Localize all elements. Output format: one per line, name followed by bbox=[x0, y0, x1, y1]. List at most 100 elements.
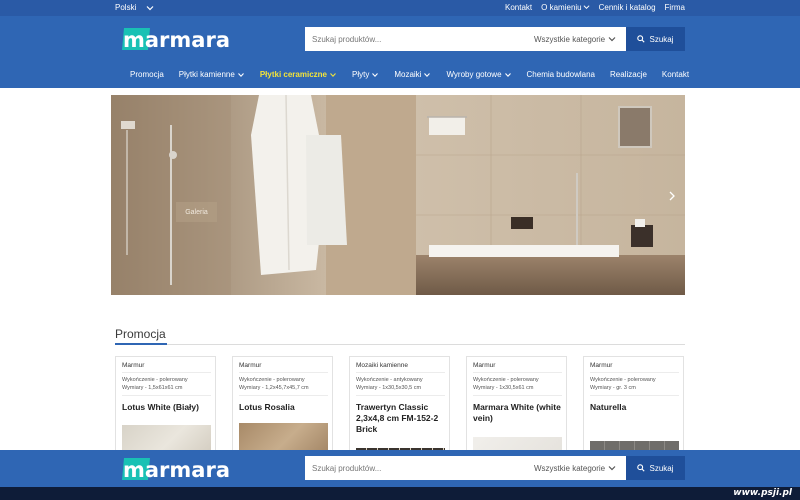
top-bar: Polski Kontakt O kamieniu Cennik i katal… bbox=[0, 0, 800, 16]
language-selector[interactable]: Polski bbox=[115, 3, 154, 12]
search-input[interactable] bbox=[305, 27, 528, 51]
card-dimensions: Wymiary - 1x30,5x30,5 cm bbox=[356, 385, 422, 391]
top-link-cennik[interactable]: Cennik i katalog bbox=[599, 3, 656, 12]
nav-item-plytki-kamienne[interactable]: Płytki kamienne bbox=[179, 70, 245, 79]
category-select-label: Wszystkie kategorie bbox=[534, 463, 606, 473]
chevron-down-icon bbox=[504, 72, 511, 77]
top-links: Kontakt O kamieniu Cennik i katalog Firm… bbox=[505, 3, 685, 12]
watermark: www.psji.pl bbox=[733, 488, 792, 498]
card-category: Marmur bbox=[239, 362, 262, 369]
card-divider bbox=[239, 395, 328, 396]
category-select[interactable]: Wszystkie kategorie bbox=[528, 456, 626, 480]
nav-item-label: Płytki ceramiczne bbox=[259, 70, 327, 79]
card-product-name[interactable]: Naturella bbox=[590, 402, 680, 413]
card-divider bbox=[122, 395, 211, 396]
logo[interactable]: marmara bbox=[120, 456, 232, 482]
chevron-down-icon bbox=[372, 72, 379, 77]
card-dimensions: Wymiary - 1,5x61x61 cm bbox=[122, 385, 183, 391]
hero-slider[interactable]: Galeria bbox=[111, 95, 685, 295]
top-link-firma[interactable]: Firma bbox=[665, 3, 685, 12]
logo-mark-icon: marmara bbox=[122, 458, 230, 482]
search-icon bbox=[637, 464, 646, 472]
product-card[interactable]: Marmur Wykończenie - polerowany Wymiary … bbox=[232, 356, 333, 456]
section-divider bbox=[115, 344, 685, 345]
search-button-label: Szukaj bbox=[649, 463, 674, 473]
hero-image bbox=[111, 95, 685, 295]
logo-text: marmara bbox=[123, 28, 230, 52]
nav-item-label: Płytki kamienne bbox=[178, 70, 235, 79]
chevron-down-icon bbox=[330, 72, 336, 77]
card-divider bbox=[590, 372, 679, 373]
nav-item-plyty[interactable]: Płyty bbox=[352, 70, 379, 79]
category-select-label: Wszystkie kategorie bbox=[534, 34, 606, 44]
nav-item-mozaiki[interactable]: Mozaiki bbox=[394, 70, 431, 79]
section-underline bbox=[115, 343, 167, 345]
search-button-label: Szukaj bbox=[649, 34, 674, 44]
card-dimensions: Wymiary - 1,2x45,7x45,7 cm bbox=[239, 385, 309, 391]
nav-item-label: Realizacje bbox=[610, 70, 647, 79]
product-card[interactable]: Marmur Wykończenie - polerowany Wymiary … bbox=[466, 356, 567, 456]
top-link-o-kamieniu[interactable]: O kamieniu bbox=[541, 3, 590, 12]
chevron-down-icon bbox=[424, 72, 431, 77]
chevron-down-icon bbox=[608, 37, 616, 42]
card-finish: Wykończenie - polerowany bbox=[122, 377, 188, 383]
card-product-name[interactable]: Lotus White (Biały) bbox=[122, 402, 212, 413]
chevron-down-icon bbox=[146, 5, 154, 10]
card-product-name[interactable]: Lotus Rosalia bbox=[239, 402, 329, 413]
card-category: Marmur bbox=[590, 362, 613, 369]
search-bar: Wszystkie kategorie Szukaj bbox=[305, 27, 685, 51]
card-divider bbox=[239, 372, 328, 373]
card-divider bbox=[356, 372, 445, 373]
card-category: Mozaiki kamienne bbox=[356, 362, 409, 369]
card-divider bbox=[590, 395, 679, 396]
sticky-header: marmara Wszystkie kategorie Szukaj bbox=[0, 450, 800, 487]
nav-item-label: Mozaiki bbox=[394, 70, 422, 79]
search-input[interactable] bbox=[305, 456, 528, 480]
card-category: Marmur bbox=[473, 362, 496, 369]
nav-item-label: Chemia budowlana bbox=[526, 70, 596, 79]
product-card[interactable]: Marmur Wykończenie - polerowany Wymiary … bbox=[583, 356, 684, 456]
nav-item-chemia-budowlana[interactable]: Chemia budowlana bbox=[527, 70, 596, 79]
card-finish: Wykończenie - polerowany bbox=[239, 377, 305, 383]
card-product-name[interactable]: Trawertyn Classic 2,3x4,8 cm FM-152-2 Br… bbox=[356, 402, 446, 435]
card-finish: Wykończenie - antykowany bbox=[356, 377, 423, 383]
main-nav: Promocja Płytki kamienne Płytki ceramicz… bbox=[130, 70, 704, 79]
product-card[interactable]: Mozaiki kamienne Wykończenie - antykowan… bbox=[349, 356, 450, 456]
main-header: marmara Wszystkie kategorie Szukaj Promo… bbox=[0, 16, 800, 88]
nav-item-label: Płyty bbox=[351, 70, 370, 79]
section-title: Promocja bbox=[115, 327, 166, 341]
card-dimensions: Wymiary - gr. 3 cm bbox=[590, 385, 636, 391]
card-finish: Wykończenie - polerowany bbox=[473, 377, 539, 383]
logo[interactable]: marmara bbox=[120, 26, 232, 52]
category-select[interactable]: Wszystkie kategorie bbox=[528, 27, 626, 51]
search-button[interactable]: Szukaj bbox=[626, 456, 685, 480]
card-divider bbox=[122, 372, 211, 373]
card-product-name[interactable]: Marmara White (white vein) bbox=[473, 402, 563, 424]
card-divider bbox=[473, 372, 562, 373]
nav-item-realizacje[interactable]: Realizacje bbox=[610, 70, 647, 79]
product-cards: Marmur Wykończenie - polerowany Wymiary … bbox=[115, 356, 684, 456]
chevron-down-icon bbox=[608, 466, 616, 471]
card-category: Marmur bbox=[122, 362, 145, 369]
card-divider bbox=[356, 395, 445, 396]
search-button[interactable]: Szukaj bbox=[626, 27, 685, 51]
logo-text: marmara bbox=[123, 458, 230, 482]
gallery-button[interactable]: Galeria bbox=[176, 202, 217, 222]
bottom-strip bbox=[0, 487, 800, 500]
nav-item-wyroby-gotowe[interactable]: Wyroby gotowe bbox=[446, 70, 511, 79]
nav-item-kontakt[interactable]: Kontakt bbox=[662, 70, 689, 79]
product-card[interactable]: Marmur Wykończenie - polerowany Wymiary … bbox=[115, 356, 216, 456]
nav-item-plytki-ceramiczne[interactable]: Płytki ceramiczne bbox=[260, 70, 337, 79]
top-link-kontakt[interactable]: Kontakt bbox=[505, 3, 532, 12]
nav-item-label: Kontakt bbox=[661, 70, 690, 79]
language-label: Polski bbox=[115, 3, 137, 12]
search-bar: Wszystkie kategorie Szukaj bbox=[305, 456, 685, 480]
nav-item-label: Wyroby gotowe bbox=[446, 70, 502, 79]
card-finish: Wykończenie - polerowany bbox=[590, 377, 656, 383]
chevron-right-icon[interactable] bbox=[668, 191, 676, 201]
top-link-o-kamieniu-label: O kamieniu bbox=[541, 3, 582, 12]
search-icon bbox=[637, 35, 646, 43]
chevron-down-icon bbox=[237, 72, 244, 77]
nav-item-promocja[interactable]: Promocja bbox=[130, 70, 164, 79]
card-divider bbox=[473, 395, 562, 396]
